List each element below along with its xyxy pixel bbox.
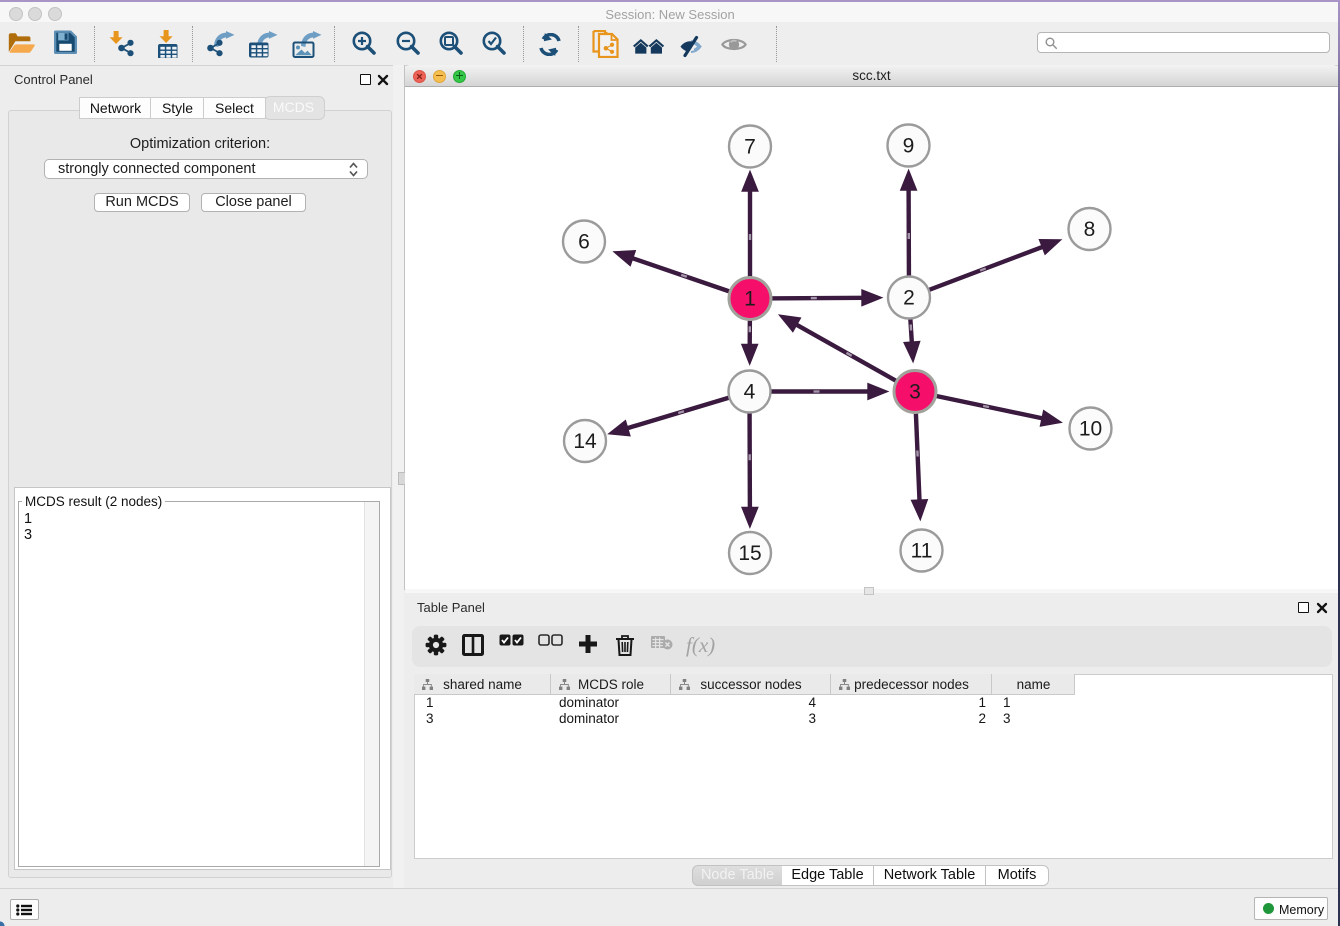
svg-text:8: 8 xyxy=(1084,218,1096,241)
svg-text:14: 14 xyxy=(573,430,597,453)
svg-text:3: 3 xyxy=(909,381,921,404)
svg-text:11: 11 xyxy=(911,540,933,563)
svg-text:2: 2 xyxy=(903,287,915,310)
svg-text:10: 10 xyxy=(1079,418,1102,441)
svg-text:7: 7 xyxy=(744,136,756,159)
svg-text:6: 6 xyxy=(578,231,590,254)
svg-text:9: 9 xyxy=(903,135,915,158)
svg-text:4: 4 xyxy=(744,381,756,404)
svg-text:15: 15 xyxy=(738,542,761,565)
svg-text:1: 1 xyxy=(744,288,756,311)
